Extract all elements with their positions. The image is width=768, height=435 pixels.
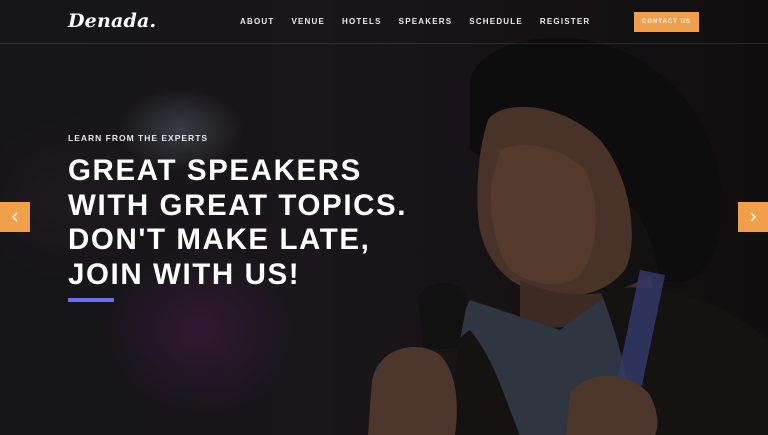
main-menu: ABOUT VENUE HOTELS SPEAKERS SCHEDULE REG… bbox=[240, 17, 607, 26]
slider-next-button[interactable] bbox=[738, 202, 768, 232]
top-navbar: Denada. ABOUT VENUE HOTELS SPEAKERS SCHE… bbox=[0, 0, 768, 44]
nav-item-hotels[interactable]: HOTELS bbox=[342, 17, 382, 26]
slider-prev-button[interactable] bbox=[0, 202, 30, 232]
nav-item-register[interactable]: REGISTER bbox=[540, 17, 591, 26]
headline-line: JOIN WITH US! bbox=[68, 257, 301, 291]
headline-line: WITH GREAT TOPICS. bbox=[68, 188, 408, 222]
chevron-left-icon bbox=[12, 212, 18, 222]
chevron-right-icon bbox=[750, 212, 756, 222]
brand-logo[interactable]: Denada. bbox=[68, 10, 156, 32]
contact-us-button[interactable]: CONTACT US bbox=[634, 12, 699, 32]
headline-line: GREAT SPEAKERS bbox=[68, 154, 362, 187]
nav-item-venue[interactable]: VENUE bbox=[291, 17, 325, 26]
nav-item-speakers[interactable]: SPEAKERS bbox=[399, 17, 453, 26]
headline-accent-line bbox=[68, 298, 114, 302]
nav-item-about[interactable]: ABOUT bbox=[240, 17, 274, 26]
hero-headline: GREAT SPEAKERS WITH GREAT TOPICS. DON'T … bbox=[68, 154, 407, 292]
headline-line: DON'T MAKE LATE, bbox=[68, 223, 371, 256]
hero-kicker: LEARN FROM THE EXPERTS bbox=[68, 133, 209, 143]
nav-item-schedule[interactable]: SCHEDULE bbox=[469, 17, 523, 26]
